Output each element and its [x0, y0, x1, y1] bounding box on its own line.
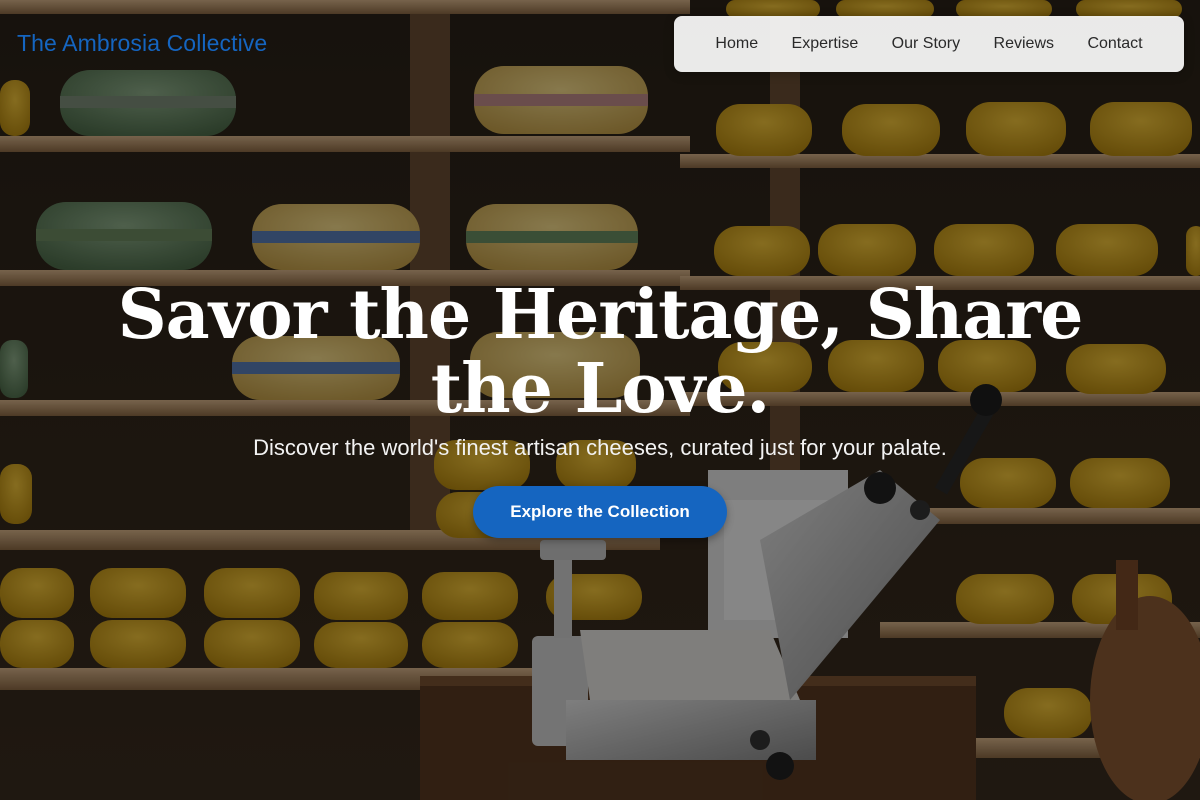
- nav-link-expertise[interactable]: Expertise: [792, 35, 859, 53]
- nav-link-our-story[interactable]: Our Story: [892, 35, 960, 53]
- nav-link-home[interactable]: Home: [715, 35, 758, 53]
- brand-logo-link[interactable]: The Ambrosia Collective: [17, 30, 267, 57]
- hero-headline: Savor the Heritage, Share the Love.: [117, 275, 1084, 429]
- main-navigation: Home Expertise Our Story Reviews Contact: [674, 16, 1184, 72]
- nav-link-reviews[interactable]: Reviews: [994, 35, 1054, 53]
- hero-section: The Ambrosia Collective Home Expertise O…: [0, 0, 1200, 800]
- nav-link-contact[interactable]: Contact: [1087, 35, 1142, 53]
- explore-collection-button[interactable]: Explore the Collection: [473, 486, 727, 538]
- hero-subheadline: Discover the world's finest artisan chee…: [253, 435, 947, 460]
